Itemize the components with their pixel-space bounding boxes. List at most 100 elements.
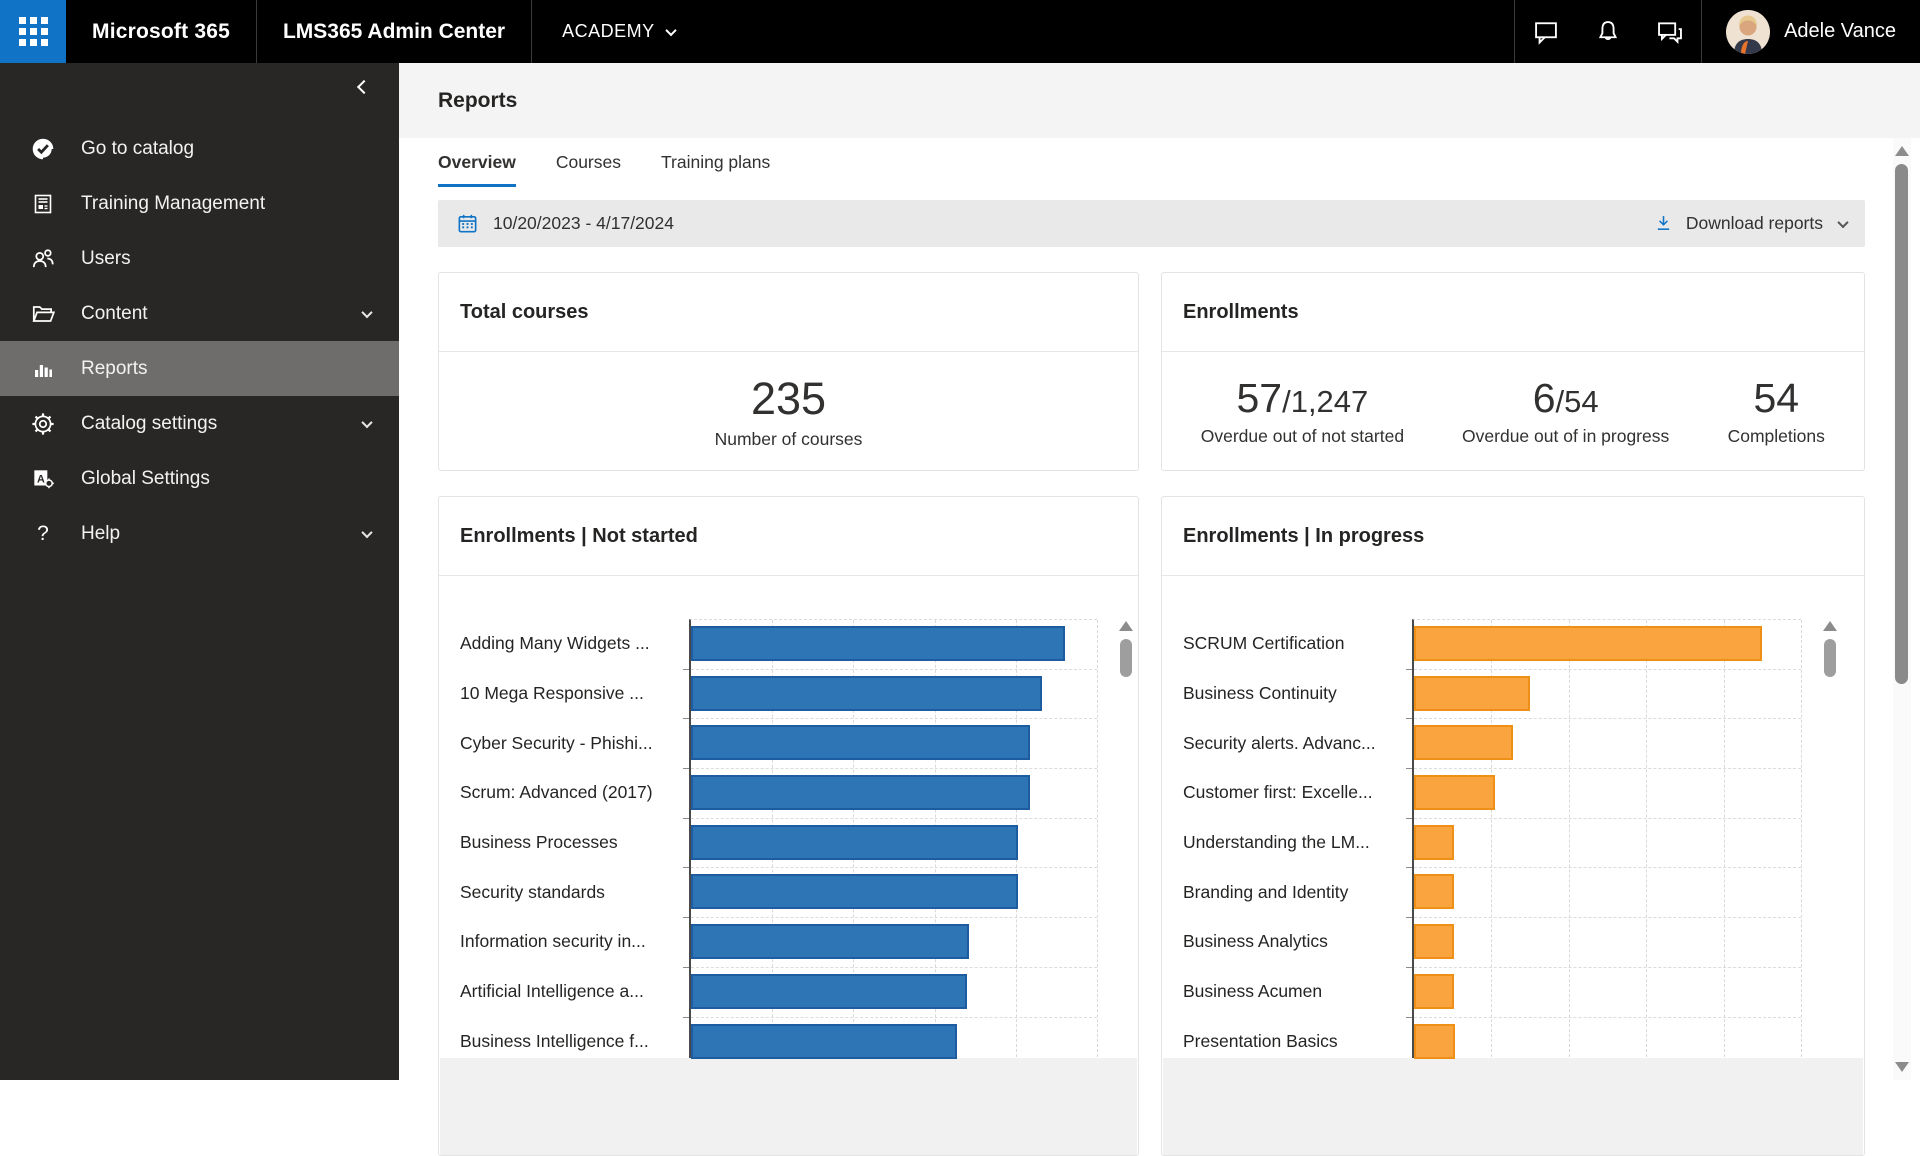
chart-category-label: Business Processes	[460, 818, 686, 868]
chart-bar[interactable]	[1414, 825, 1454, 860]
tab-courses[interactable]: Courses	[556, 152, 621, 187]
chart-scrollbar-thumb[interactable]	[1824, 639, 1836, 677]
avatar	[1726, 10, 1770, 54]
page-header: Reports	[399, 63, 1920, 138]
chat-icon	[1532, 18, 1560, 46]
chart-row	[691, 769, 1097, 819]
download-reports-button[interactable]: Download reports	[1653, 213, 1847, 234]
page-scrollbar-thumb[interactable]	[1895, 164, 1908, 684]
chart-category-label: Artificial Intelligence a...	[460, 967, 686, 1017]
enrollments-in-progress-card: Enrollments | In progress SCRUM Certific…	[1161, 496, 1865, 1156]
chart-bar[interactable]	[691, 924, 969, 959]
chart-hscroll-track	[1163, 1058, 1863, 1156]
sidebar-item-catalog-settings[interactable]: Catalog settings	[0, 396, 399, 451]
chart-bar[interactable]	[1414, 626, 1762, 661]
total-courses-card: Total courses 235 Number of courses	[438, 272, 1139, 471]
tab-overview[interactable]: Overview	[438, 152, 516, 187]
chart-row	[691, 819, 1097, 869]
sidebar-item-global-settings[interactable]: A Global Settings	[0, 451, 399, 506]
chevron-down-icon	[361, 306, 372, 317]
date-range-picker[interactable]: 10/20/2023 - 4/17/2024	[456, 212, 674, 235]
chart-bar[interactable]	[691, 626, 1065, 661]
chart-bar[interactable]	[1414, 676, 1530, 711]
feedback-icon	[1655, 18, 1685, 46]
chart-bar[interactable]	[691, 974, 967, 1009]
chart-hscroll-track	[440, 1058, 1137, 1156]
sidebar-item-content[interactable]: Content	[0, 286, 399, 341]
stat-total: /54	[1556, 384, 1599, 420]
download-reports-label: Download reports	[1686, 213, 1823, 234]
enrollments-not-started-card: Enrollments | Not started Adding Many Wi…	[438, 496, 1139, 1156]
stat-value: 57	[1236, 375, 1282, 422]
chart-scrollbar[interactable]	[1823, 621, 1837, 677]
chart-bar[interactable]	[1414, 725, 1513, 760]
chart-bar[interactable]	[691, 825, 1018, 860]
sidebar-item-label: Reports	[81, 358, 148, 380]
chart-bar[interactable]	[1414, 874, 1454, 909]
chart-bar[interactable]	[1414, 775, 1495, 810]
sidebar-collapse-button[interactable]	[351, 71, 377, 105]
sidebar-item-label: Catalog settings	[81, 413, 217, 435]
calendar-icon	[456, 212, 479, 235]
chart-bar[interactable]	[1414, 924, 1454, 959]
notifications-button[interactable]	[1577, 0, 1639, 63]
chart-bar[interactable]	[691, 676, 1042, 711]
stat-caption: Completions	[1728, 426, 1825, 447]
sidebar-item-label: Global Settings	[81, 468, 210, 490]
chart-category-label: Business Acumen	[1183, 967, 1409, 1017]
enrollments-card: Enrollments 57 /1,247 Overdue out of not…	[1161, 272, 1865, 471]
scroll-down-arrow-icon[interactable]	[1895, 1062, 1909, 1072]
stat-overdue-not-started: 57 /1,247 Overdue out of not started	[1162, 375, 1443, 447]
chart-row	[1414, 918, 1801, 968]
chart-bar[interactable]	[691, 725, 1030, 760]
chart-bar[interactable]	[691, 874, 1018, 909]
language-gear-icon: A	[30, 466, 56, 492]
chevron-down-icon	[361, 526, 372, 537]
chart-scrollbar[interactable]	[1119, 621, 1133, 677]
stat-value: 54	[1753, 375, 1799, 422]
chart-category-label: Understanding the LM...	[1183, 818, 1409, 868]
chart-scrollbar-thumb[interactable]	[1120, 639, 1132, 677]
tab-training-plans[interactable]: Training plans	[661, 152, 770, 187]
scroll-up-arrow-icon[interactable]	[1823, 621, 1837, 631]
chart-category-label: Branding and Identity	[1183, 867, 1409, 917]
sidebar-item-go-to-catalog[interactable]: Go to catalog	[0, 121, 399, 176]
feedback-button[interactable]	[1639, 0, 1701, 63]
card-title: Total courses	[439, 273, 1138, 352]
sidebar-item-training-management[interactable]: Training Management	[0, 176, 399, 231]
chevron-left-icon	[357, 80, 371, 94]
check-circle-icon	[30, 136, 56, 162]
chart-bar[interactable]	[691, 1024, 957, 1059]
chart-category-label: Business Continuity	[1183, 669, 1409, 719]
scroll-up-arrow-icon[interactable]	[1895, 146, 1909, 156]
sidebar-item-users[interactable]: Users	[0, 231, 399, 286]
chat-button[interactable]	[1515, 0, 1577, 63]
chart-row	[1414, 868, 1801, 918]
sidebar-nav: Go to catalog Training Management	[0, 63, 399, 1080]
scroll-up-arrow-icon[interactable]	[1119, 621, 1133, 631]
user-name: Adele Vance	[1784, 20, 1896, 43]
tenant-selector[interactable]: ACADEMY	[562, 21, 675, 42]
top-app-bar: Microsoft 365 LMS365 Admin Center ACADEM…	[0, 0, 1920, 63]
bar-chart: SCRUM CertificationBusiness ContinuitySe…	[1162, 619, 1864, 1067]
chart-bar[interactable]	[1414, 1024, 1455, 1059]
chart-bar[interactable]	[691, 775, 1030, 810]
people-icon	[30, 246, 56, 272]
sidebar-item-label: Help	[81, 523, 120, 545]
app-launcher-waffle-icon[interactable]	[0, 0, 66, 63]
sidebar-item-help[interactable]: ? Help	[0, 506, 399, 561]
sidebar-item-reports[interactable]: Reports	[0, 341, 399, 396]
page-scrollbar[interactable]	[1893, 138, 1911, 1080]
document-icon	[30, 191, 56, 217]
chart-category-label: Information security in...	[460, 917, 686, 967]
stat-completions: 54 Completions	[1689, 375, 1865, 447]
chart-bar[interactable]	[1414, 974, 1454, 1009]
chevron-down-icon	[665, 24, 676, 35]
download-icon	[1653, 213, 1674, 234]
chart-row	[1414, 670, 1801, 720]
account-menu[interactable]: Adele Vance	[1702, 10, 1920, 54]
chart-title: Enrollments | In progress	[1162, 497, 1864, 576]
divider	[256, 0, 257, 63]
app-title: LMS365 Admin Center	[283, 20, 505, 44]
stat-total: /1,247	[1282, 384, 1368, 420]
